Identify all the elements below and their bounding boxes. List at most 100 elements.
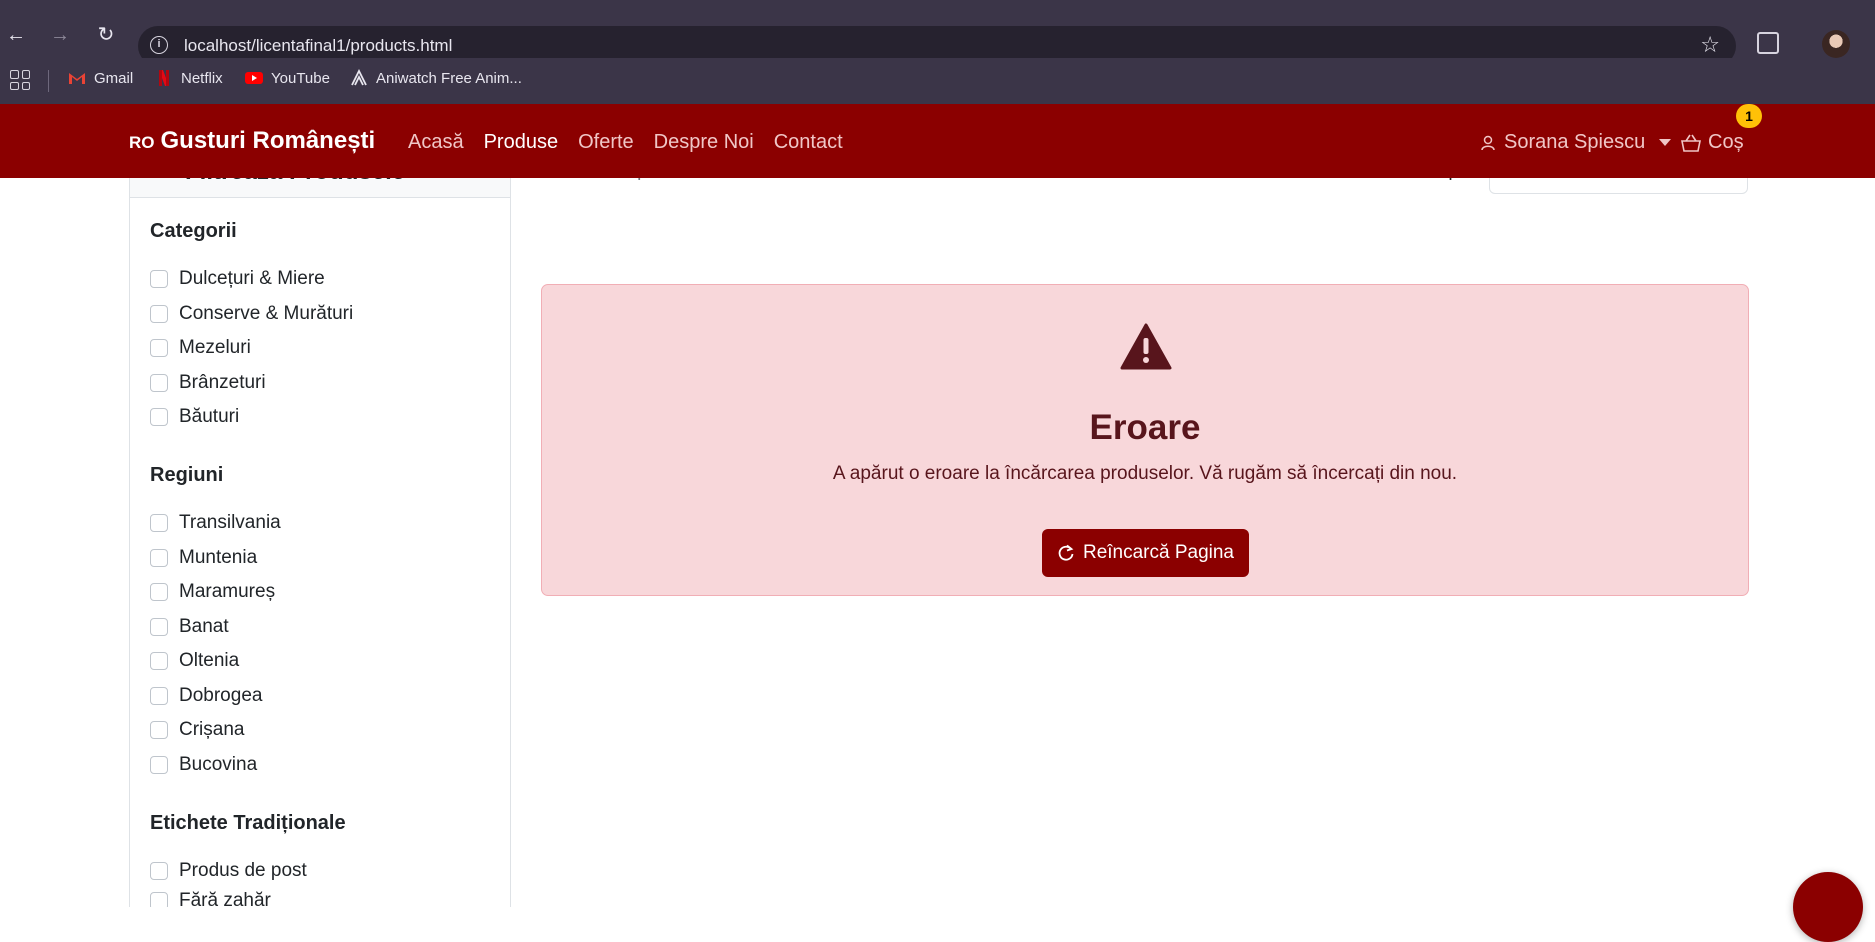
site-info-icon[interactable]: i [150, 36, 168, 54]
bookmark-label: Gmail [94, 69, 134, 87]
filter-region[interactable]: Dobrogea [150, 685, 262, 707]
site-navbar: RO Gusturi Românești Acasă Produse Ofert… [0, 104, 1875, 178]
checkbox-label: Maramureș [179, 581, 276, 602]
checkbox[interactable] [150, 862, 168, 880]
nav-link-about[interactable]: Despre Noi [654, 131, 754, 154]
reload-icon[interactable]: ↻ [92, 21, 120, 49]
checkbox-label: Dobrogea [179, 685, 263, 706]
filter-tag[interactable]: Fără zahăr [150, 890, 271, 907]
cart-label: Coș [1708, 131, 1744, 153]
warning-triangle-icon [1120, 323, 1172, 370]
error-alert: Eroare A apărut o eroare la încărcarea p… [541, 284, 1749, 596]
checkbox[interactable] [150, 374, 168, 392]
chat-bot-button[interactable] [1793, 872, 1863, 942]
error-message: A apărut o eroare la încărcarea produsel… [832, 463, 1458, 484]
bookmark-netflix[interactable]: Netflix [155, 69, 223, 87]
filter-region[interactable]: Muntenia [150, 547, 257, 569]
checkbox[interactable] [150, 756, 168, 774]
chevron-down-icon [1659, 139, 1672, 146]
filter-region[interactable]: Maramureș [150, 581, 275, 603]
checkbox[interactable] [150, 408, 168, 426]
aniwatch-icon [351, 69, 367, 86]
tags-title: Etichete Tradiționale [150, 812, 346, 834]
bookmark-gmail[interactable]: Gmail [68, 69, 133, 87]
bookmarks-separator [48, 70, 49, 92]
checkbox-label: Băuturi [179, 406, 240, 427]
checkbox[interactable] [150, 583, 168, 601]
checkbox[interactable] [150, 687, 168, 705]
bookmark-star-icon[interactable]: ☆ [1700, 32, 1720, 58]
user-icon [1481, 135, 1495, 150]
checkbox[interactable] [150, 270, 168, 288]
cart-count-badge: 1 [1736, 104, 1762, 128]
browser-tabstrip [0, 0, 1875, 12]
filter-region[interactable]: Transilvania [150, 512, 281, 534]
checkbox[interactable] [150, 305, 168, 323]
user-dropdown[interactable]: Sorana Spiescu [1480, 131, 1672, 154]
error-title: Eroare [1089, 408, 1201, 447]
youtube-icon [245, 72, 263, 84]
cart-link[interactable]: Coș [1680, 131, 1744, 154]
checkbox-label: Transilvania [179, 512, 281, 533]
checkbox-label: Muntenia [179, 547, 258, 568]
bookmarks-bar: Gmail Netflix YouTube Aniwatch Free Anim… [0, 58, 1875, 104]
filter-region[interactable]: Banat [150, 616, 229, 638]
filter-region[interactable]: Crișana [150, 719, 244, 741]
checkbox-label: Fără zahăr [179, 890, 271, 907]
bookmark-label: YouTube [271, 69, 330, 87]
checkbox-label: Dulcețuri & Miere [179, 268, 325, 289]
nav-link-contact[interactable]: Contact [774, 131, 843, 154]
checkbox-label: Mezeluri [179, 337, 251, 358]
filter-region[interactable]: Oltenia [150, 650, 239, 672]
bookmark-label: Aniwatch Free Anim... [376, 69, 522, 87]
checkbox[interactable] [150, 514, 168, 532]
filter-category[interactable]: Dulcețuri & Miere [150, 268, 325, 290]
brand-logo[interactable]: RO Gusturi Românești [129, 127, 375, 155]
main-nav: Acasă Produse Oferte Despre Noi Contact [408, 131, 843, 154]
netflix-icon [159, 70, 169, 86]
sidebar-title: Filtrează Produsele [185, 178, 405, 186]
checkbox-label: Bucovina [179, 754, 258, 775]
forward-icon[interactable]: → [46, 21, 74, 49]
bookmark-youtube[interactable]: YouTube [245, 69, 330, 87]
nav-link-offers[interactable]: Oferte [578, 131, 634, 154]
checkbox-label: Conserve & Murături [179, 303, 354, 324]
checkbox[interactable] [150, 721, 168, 739]
gmail-icon [69, 73, 85, 84]
checkbox[interactable] [150, 549, 168, 567]
checkbox-label: Crișana [179, 719, 245, 740]
bookmark-aniwatch[interactable]: Aniwatch Free Anim... [350, 69, 522, 87]
filter-region[interactable]: Bucovina [150, 754, 257, 776]
checkbox[interactable] [150, 892, 168, 907]
checkbox[interactable] [150, 652, 168, 670]
filter-sidebar: Filtrează Produsele Categorii Dulcețuri … [129, 178, 511, 907]
regions-title: Regiuni [150, 464, 224, 486]
brand-flag: RO [129, 133, 155, 152]
filter-category[interactable]: Mezeluri [150, 337, 251, 359]
nav-link-home[interactable]: Acasă [408, 131, 464, 154]
bookmark-label: Netflix [181, 69, 223, 87]
url-text[interactable]: localhost/licentafinal1/products.html [184, 36, 452, 56]
browser-toolbar: ← → ↻ i localhost/licentafinal1/products… [0, 12, 1875, 66]
basket-icon [1681, 134, 1701, 152]
checkbox-label: Banat [179, 616, 229, 637]
extensions-icon[interactable] [1757, 32, 1779, 54]
sidebar-header: Filtrează Produsele [130, 178, 510, 198]
filter-category[interactable]: Conserve & Murături [150, 303, 353, 325]
profile-avatar[interactable] [1822, 30, 1850, 58]
filter-category[interactable]: Brânzeturi [150, 372, 266, 394]
filter-category[interactable]: Băuturi [150, 406, 239, 428]
brand-name: Gusturi Românești [160, 127, 376, 154]
apps-grid-icon[interactable] [10, 70, 30, 90]
checkbox[interactable] [150, 339, 168, 357]
reload-page-button[interactable]: Reîncarcă Pagina [1042, 529, 1249, 577]
categories-title: Categorii [150, 220, 237, 242]
user-name: Sorana Spiescu [1504, 131, 1646, 153]
checkbox-label: Brânzeturi [179, 372, 266, 393]
nav-link-products[interactable]: Produse [484, 131, 559, 154]
checkbox[interactable] [150, 618, 168, 636]
reload-button-label: Reîncarcă Pagina [1082, 542, 1235, 563]
back-icon[interactable]: ← [2, 21, 30, 49]
filter-tag[interactable]: Produs de post [150, 860, 307, 882]
checkbox-label: Produs de post [179, 860, 307, 881]
